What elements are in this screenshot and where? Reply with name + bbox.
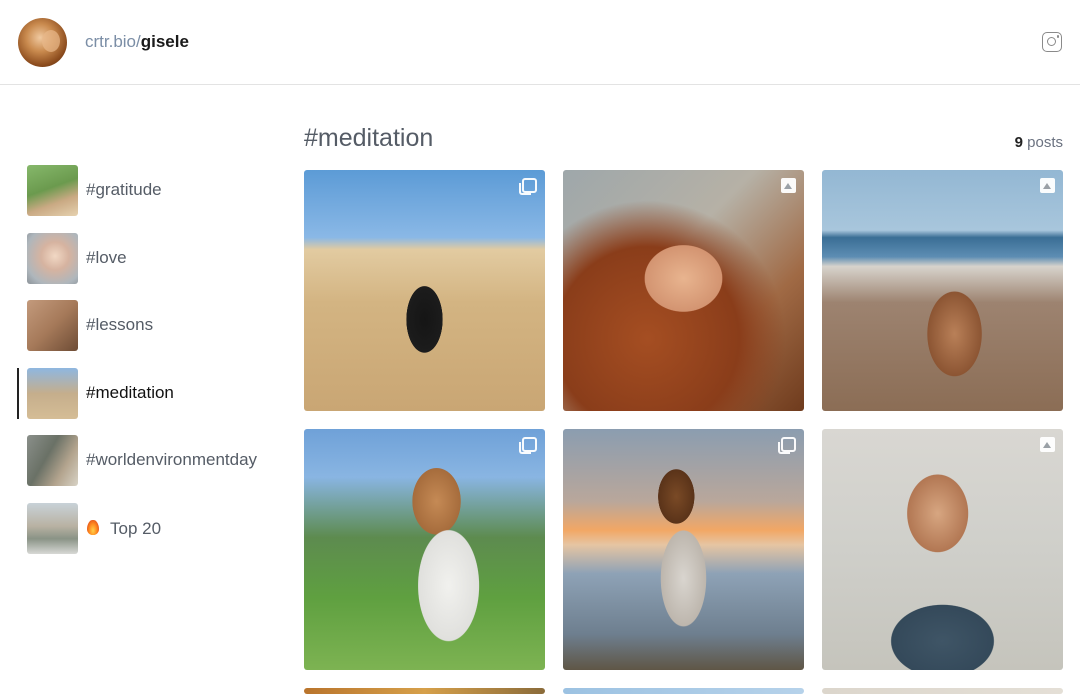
- sidebar-item-label: #lessons: [86, 315, 154, 334]
- active-indicator: [17, 368, 19, 419]
- sidebar-item-gratitude[interactable]: #gratitude: [0, 165, 280, 217]
- thumbnail: [27, 233, 78, 284]
- post-tile[interactable]: [304, 170, 545, 411]
- sidebar-item-top-20[interactable]: Top 20: [0, 503, 280, 555]
- brand-domain: crtr.bio/: [85, 32, 141, 51]
- sidebar-item-label: #love: [86, 248, 127, 267]
- album-icon: [778, 437, 796, 454]
- sidebar-item-lessons[interactable]: #lessons: [0, 300, 280, 352]
- fire-icon: [86, 518, 100, 536]
- post-tile[interactable]: [563, 429, 804, 670]
- sidebar-item-love[interactable]: #love: [0, 233, 280, 285]
- album-icon: [519, 178, 537, 195]
- profile-link[interactable]: crtr.bio/gisele: [85, 32, 189, 52]
- album-icon: [519, 437, 537, 454]
- sidebar-item-label: #worldenvironmentday: [86, 450, 258, 469]
- image-icon: [1040, 178, 1055, 193]
- site-header: crtr.bio/gisele: [0, 0, 1080, 85]
- sidebar-item-label: #meditation: [86, 383, 174, 402]
- post-tile[interactable]: [563, 170, 804, 411]
- page-title: #meditation: [304, 124, 434, 152]
- post-tile[interactable]: [563, 688, 804, 694]
- post-tile[interactable]: [822, 688, 1063, 694]
- image-icon: [781, 178, 796, 193]
- post-tile[interactable]: [822, 170, 1063, 411]
- thumbnail: [27, 368, 78, 419]
- post-count-number: 9: [1014, 134, 1023, 151]
- image-icon: [1040, 437, 1055, 452]
- brand-username: gisele: [140, 32, 189, 51]
- post-count-suffix: posts: [1022, 134, 1063, 151]
- avatar[interactable]: [18, 18, 67, 67]
- instagram-icon[interactable]: [1042, 32, 1062, 52]
- sidebar-item-worldenvironmentday[interactable]: #worldenvironmentday: [0, 435, 280, 487]
- thumbnail: [27, 435, 78, 486]
- sidebar-item-label-wrap: Top 20: [86, 518, 161, 539]
- post-tile[interactable]: [304, 429, 545, 670]
- thumbnail: [27, 165, 78, 216]
- sidebar-item-meditation[interactable]: #meditation: [0, 368, 280, 420]
- post-tile[interactable]: [822, 429, 1063, 670]
- post-tile[interactable]: [304, 688, 545, 694]
- sidebar-item-label: Top 20: [110, 519, 162, 538]
- sidebar-item-label: #gratitude: [86, 180, 162, 199]
- thumbnail: [27, 300, 78, 351]
- post-count: 9 posts: [1015, 134, 1063, 151]
- thumbnail: [27, 503, 78, 554]
